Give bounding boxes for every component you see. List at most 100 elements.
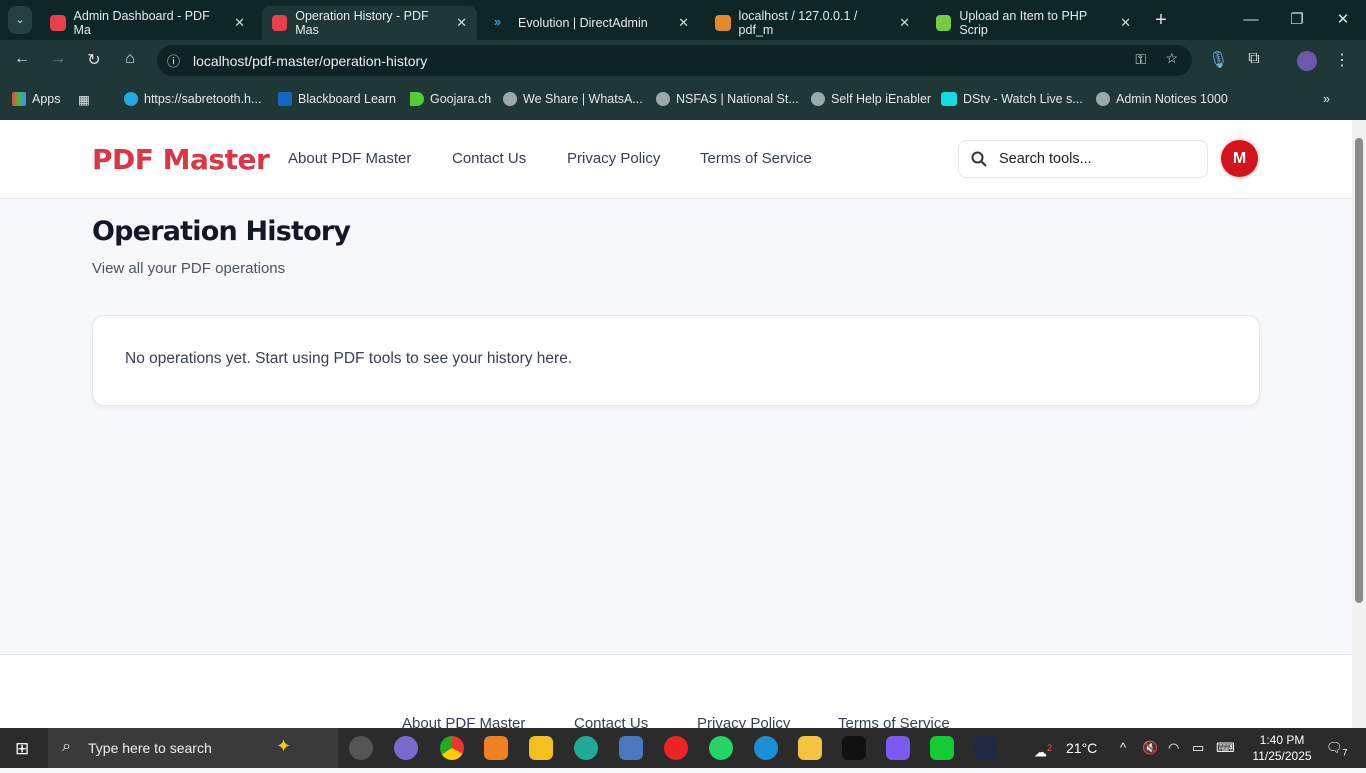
back-icon[interactable]: ← xyxy=(12,50,32,68)
chrome-profile-icon[interactable] xyxy=(574,736,598,760)
more-bookmarks-icon[interactable]: » xyxy=(1323,92,1330,106)
close-icon[interactable]: ✕ xyxy=(234,15,245,31)
close-window-button[interactable]: ✕ xyxy=(1320,0,1366,40)
youtube-music-icon[interactable] xyxy=(664,736,688,760)
page-scrollbar[interactable] xyxy=(1352,120,1366,728)
bookmark-goojara[interactable]: Goojara.ch xyxy=(410,92,491,106)
bookmark-star-icon[interactable]: ☆ xyxy=(1165,50,1178,67)
taskbar-search[interactable]: ⌕ Type here to search ✦ xyxy=(48,728,338,768)
empty-message: No operations yet. Start using PDF tools… xyxy=(125,350,573,367)
microphone-icon[interactable]: 🎙 xyxy=(1208,50,1228,70)
globe-icon xyxy=(656,92,670,106)
home-icon[interactable]: ⌂ xyxy=(120,50,140,68)
nav-terms[interactable]: Terms of Service xyxy=(700,150,812,167)
python-icon[interactable] xyxy=(619,736,643,760)
weather-temp[interactable]: 21°C xyxy=(1066,728,1097,768)
user-avatar[interactable]: M xyxy=(1221,140,1258,177)
bookmark-sabretooth[interactable]: https://sabretooth.h... xyxy=(124,92,261,106)
footer-privacy[interactable]: Privacy Policy xyxy=(697,715,790,728)
app-icon[interactable] xyxy=(842,736,866,760)
taskbar-search-placeholder: Type here to search xyxy=(88,740,212,756)
page-content: PDF Master About PDF Master Contact Us P… xyxy=(0,120,1352,728)
empty-history-card: No operations yet. Start using PDF tools… xyxy=(92,315,1260,406)
bookmark-ienabler[interactable]: Self Help iEnabler xyxy=(811,92,931,106)
battery-icon[interactable]: ▭ xyxy=(1192,728,1204,768)
volume-muted-icon[interactable]: 🔇 xyxy=(1142,728,1158,768)
bookmark-apps[interactable]: Apps xyxy=(12,92,61,106)
reload-icon[interactable]: ↻ xyxy=(84,50,104,70)
new-tab-button[interactable]: + xyxy=(1146,0,1176,40)
file-explorer-icon[interactable] xyxy=(798,736,822,760)
close-icon[interactable]: ✕ xyxy=(456,15,467,31)
tab-title: Admin Dashboard - PDF Ma xyxy=(73,9,210,37)
footer-about[interactable]: About PDF Master xyxy=(402,715,525,728)
tab-directadmin[interactable]: » Evolution | DirectAdmin ✕ xyxy=(484,6,699,40)
bookmark-label: Apps xyxy=(32,92,61,106)
scrollbar-thumb[interactable] xyxy=(1355,138,1363,603)
tab-phpmyadmin[interactable]: localhost / 127.0.0.1 / pdf_m ✕ xyxy=(705,6,920,40)
envato-icon xyxy=(936,15,952,31)
password-key-icon[interactable]: ⚿ xyxy=(1135,51,1146,68)
close-icon[interactable]: ✕ xyxy=(678,15,689,31)
weather-badge: 2 xyxy=(1047,743,1053,753)
chat-app-icon[interactable] xyxy=(886,736,910,760)
profile-avatar[interactable] xyxy=(1297,51,1317,71)
tab-title: Upload an Item to PHP Scrip xyxy=(959,9,1087,37)
menu-icon[interactable]: ⋮ xyxy=(1332,50,1352,70)
close-icon[interactable]: ✕ xyxy=(899,15,910,31)
tor-icon[interactable] xyxy=(394,736,418,760)
bookmark-blackboard[interactable]: Blackboard Learn xyxy=(278,92,396,106)
python-idle-icon[interactable] xyxy=(529,736,553,760)
whatsapp-icon[interactable] xyxy=(709,736,733,760)
nav-privacy[interactable]: Privacy Policy xyxy=(567,150,660,167)
tab-groups-icon[interactable]: ▦ xyxy=(78,92,90,107)
bookmarks-bar: Apps ▦ https://sabretooth.h... Blackboar… xyxy=(0,80,1366,120)
minimize-button[interactable]: — xyxy=(1228,0,1274,40)
footer-terms[interactable]: Terms of Service xyxy=(838,715,950,728)
directadmin-icon: » xyxy=(494,15,501,29)
bookmark-admin-notices[interactable]: Admin Notices 1000 xyxy=(1096,92,1228,106)
tab-admin-dashboard[interactable]: Admin Dashboard - PDF Ma ✕ xyxy=(40,6,255,40)
tab-search-button[interactable]: ⌄ xyxy=(8,6,32,34)
globe-icon xyxy=(1096,92,1110,106)
close-icon[interactable]: ✕ xyxy=(1120,15,1131,31)
search-input[interactable]: Search tools... xyxy=(958,140,1208,178)
clock[interactable]: 1:40 PM 11/25/2025 xyxy=(1252,732,1312,764)
weather-icon[interactable]: ☁2 xyxy=(1034,728,1052,768)
bookmark-dstv[interactable]: DStv - Watch Live s... xyxy=(941,92,1083,106)
terminal-app-icon[interactable] xyxy=(930,736,954,760)
tray-overflow-icon[interactable]: ^ xyxy=(1120,728,1126,768)
xampp-icon[interactable] xyxy=(484,736,508,760)
wifi-icon[interactable]: ◠ xyxy=(1168,728,1179,768)
keyboard-icon[interactable]: ⌨ xyxy=(1216,728,1235,768)
restore-button[interactable]: ❐ xyxy=(1274,0,1320,40)
blackboard-icon xyxy=(278,92,292,106)
nav-about[interactable]: About PDF Master xyxy=(288,150,411,167)
chrome-icon[interactable] xyxy=(440,736,464,760)
bookmark-nsfas[interactable]: NSFAS | National St... xyxy=(656,92,799,106)
apps-grid-icon xyxy=(12,92,26,106)
tab-title: Evolution | DirectAdmin xyxy=(518,16,648,30)
dstv-icon xyxy=(941,92,957,106)
address-bar[interactable]: ⓘ localhost/pdf-master/operation-history… xyxy=(157,45,1192,76)
bookmark-label: Self Help iEnabler xyxy=(831,92,932,106)
page-title: Operation History xyxy=(92,216,351,247)
site-info-icon[interactable]: ⓘ xyxy=(167,51,180,70)
forward-icon[interactable]: → xyxy=(48,50,68,68)
notifications-icon[interactable]: 🗨7 xyxy=(1326,728,1348,768)
bookmark-weshare[interactable]: We Share | WhatsA... xyxy=(503,92,643,106)
edge-icon[interactable] xyxy=(754,736,778,760)
tab-operation-history[interactable]: Operation History - PDF Mas ✕ xyxy=(262,6,477,40)
nav-contact[interactable]: Contact Us xyxy=(452,150,526,167)
tab-upload-item[interactable]: Upload an Item to PHP Scrip ✕ xyxy=(926,6,1141,40)
date: 11/25/2025 xyxy=(1252,749,1312,763)
arc-app-icon[interactable] xyxy=(974,736,998,760)
bookmark-label: Goojara.ch xyxy=(430,92,492,106)
footer-contact[interactable]: Contact Us xyxy=(574,715,648,728)
media-player-icon[interactable] xyxy=(349,736,373,760)
page-subtitle: View all your PDF operations xyxy=(92,260,286,277)
windows-start-icon[interactable]: ⊞ xyxy=(15,739,29,759)
site-logo[interactable]: PDF Master xyxy=(92,143,270,176)
bookmark-label: https://sabretooth.h... xyxy=(144,92,262,106)
extensions-icon[interactable]: ⧉ xyxy=(1244,50,1264,68)
